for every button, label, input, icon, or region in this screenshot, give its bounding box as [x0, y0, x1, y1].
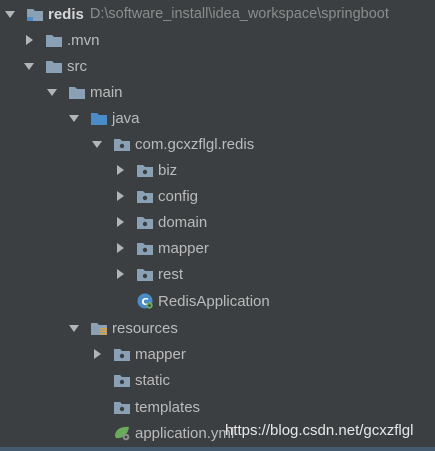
- tree-node-label: .mvn: [67, 31, 100, 49]
- tree-node-label: main: [90, 83, 123, 101]
- folder-icon: [68, 84, 86, 100]
- tree-node-resources[interactable]: resources: [0, 315, 435, 341]
- tree-node-mapper[interactable]: mapper: [0, 235, 435, 261]
- resources-root-folder-icon: [90, 320, 108, 336]
- package-icon: [113, 399, 131, 415]
- tree-node-redis-application[interactable]: C RedisApplication: [0, 288, 435, 314]
- chevron-right-icon[interactable]: [114, 216, 126, 228]
- chevron-down-icon[interactable]: [23, 60, 35, 72]
- chevron-right-icon[interactable]: [91, 348, 103, 360]
- project-tree: redis D:\software_install\idea_workspace…: [0, 0, 435, 451]
- chevron-right-icon[interactable]: [114, 190, 126, 202]
- project-path: D:\software_install\idea_workspace\sprin…: [89, 6, 389, 22]
- chevron-right-icon[interactable]: [114, 268, 126, 280]
- watermark-text: https://blog.csdn.net/gcxzflgl: [225, 422, 414, 439]
- tree-node-main[interactable]: main: [0, 79, 435, 105]
- package-icon: [136, 266, 154, 282]
- package-icon: [113, 136, 131, 152]
- package-icon: [136, 162, 154, 178]
- package-icon: [136, 240, 154, 256]
- tree-node-label: mapper: [158, 239, 209, 257]
- tree-node-label: java: [112, 109, 140, 127]
- tree-node-label: application.yml: [135, 424, 235, 442]
- spring-boot-class-icon: C: [136, 293, 154, 309]
- tree-node-biz[interactable]: biz: [0, 157, 435, 183]
- tree-node-label: mapper: [135, 345, 186, 363]
- tree-node-label: src: [67, 57, 87, 75]
- tree-node-label: rest: [158, 265, 184, 283]
- tree-node-label: biz: [158, 161, 178, 179]
- chevron-down-icon[interactable]: [68, 112, 80, 124]
- package-icon: [136, 188, 154, 204]
- package-icon: [113, 346, 131, 362]
- module-folder-icon: [26, 6, 44, 22]
- tree-node-domain[interactable]: domain: [0, 209, 435, 235]
- chevron-down-icon[interactable]: [46, 86, 58, 98]
- tree-node-label: redis: [48, 5, 84, 23]
- tree-node-config[interactable]: config: [0, 183, 435, 209]
- tree-node-redis[interactable]: redis D:\software_install\idea_workspace…: [0, 1, 435, 27]
- tree-node-java[interactable]: java: [0, 105, 435, 131]
- tree-node-label: RedisApplication: [158, 292, 270, 310]
- chevron-right-icon[interactable]: [114, 164, 126, 176]
- chevron-right-icon[interactable]: [23, 34, 35, 46]
- tree-node-package[interactable]: com.gcxzflgl.redis: [0, 131, 435, 157]
- tree-node-label: config: [158, 187, 199, 205]
- tree-node-label: static: [135, 371, 171, 389]
- tree-node-templates[interactable]: templates: [0, 394, 435, 420]
- spring-yml-icon: [113, 425, 131, 441]
- tree-node-rest[interactable]: rest: [0, 261, 435, 287]
- tree-node-label: resources: [112, 319, 178, 337]
- chevron-down-icon[interactable]: [91, 138, 103, 150]
- tree-node-label: templates: [135, 398, 201, 416]
- tree-node-resources-mapper[interactable]: mapper: [0, 341, 435, 367]
- package-icon: [136, 214, 154, 230]
- tree-node-mvn[interactable]: .mvn: [0, 27, 435, 53]
- source-root-folder-icon: [90, 110, 108, 126]
- chevron-right-icon[interactable]: [114, 242, 126, 254]
- chevron-down-icon[interactable]: [4, 8, 16, 20]
- tree-node-src[interactable]: src: [0, 53, 435, 79]
- folder-icon: [45, 32, 63, 48]
- scroll-edge-divider: [0, 447, 435, 451]
- tree-node-static[interactable]: static: [0, 367, 435, 393]
- folder-icon: [45, 58, 63, 74]
- package-icon: [113, 372, 131, 388]
- tree-node-label: com.gcxzflgl.redis: [135, 135, 255, 153]
- chevron-down-icon[interactable]: [68, 322, 80, 334]
- tree-node-label: domain: [158, 213, 208, 231]
